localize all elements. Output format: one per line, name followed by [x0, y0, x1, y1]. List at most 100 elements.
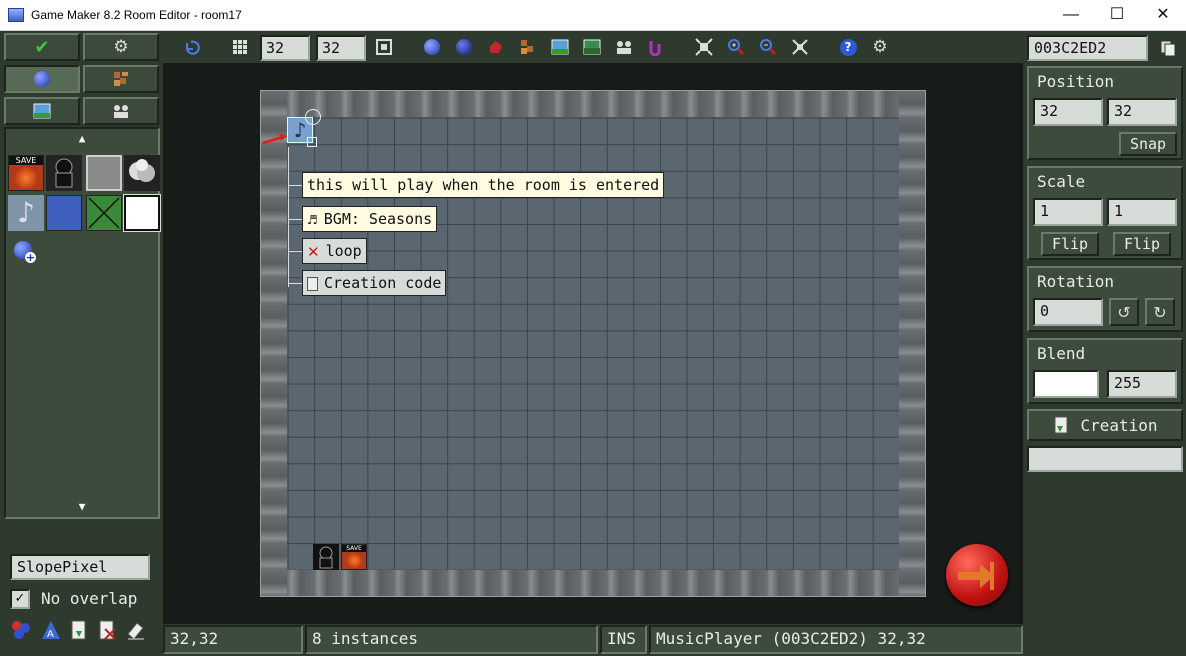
- show-invisible-objects-button[interactable]: [450, 33, 478, 61]
- scroll-down-arrow[interactable]: ▼: [6, 497, 158, 517]
- blend-section: Blend 255: [1027, 338, 1183, 404]
- tooltip-branch: [288, 219, 302, 220]
- scale-y-input[interactable]: 1: [1107, 198, 1177, 226]
- grid-settings-button[interactable]: [370, 33, 398, 61]
- svg-text:A: A: [47, 629, 54, 640]
- delete-page-icon: [99, 620, 116, 640]
- rotate-ccw-button[interactable]: ↺: [1109, 298, 1139, 326]
- room-settings-button[interactable]: ⚙: [83, 33, 159, 61]
- object-ball-icon: [34, 71, 50, 87]
- room-area[interactable]: ♪ this will play when the room is entere…: [260, 90, 926, 597]
- silhouette-instance[interactable]: [313, 544, 339, 570]
- palette-item-save[interactable]: SAVE: [8, 155, 44, 191]
- zoom-out-button[interactable]: [754, 33, 782, 61]
- palette-item-add-object[interactable]: +: [8, 235, 38, 265]
- blend-color-swatch[interactable]: [1033, 370, 1099, 398]
- show-backgrounds-button[interactable]: [546, 33, 574, 61]
- left-panel: ✔ ⚙ ▲ SAVE ♪ + ▼ SlopePixel ✓ No overlap…: [0, 31, 163, 656]
- room-canvas[interactable]: ♪ this will play when the room is entere…: [163, 63, 1023, 624]
- blend-alpha-input[interactable]: 255: [1107, 370, 1177, 398]
- minimize-button[interactable]: —: [1048, 0, 1094, 31]
- background-image-icon: [33, 103, 51, 119]
- delete-tool-button[interactable]: [96, 619, 120, 643]
- palette-item-gray-block[interactable]: [86, 155, 122, 191]
- palette-item-music[interactable]: ♪: [8, 195, 44, 231]
- tiles-icon: [114, 72, 128, 86]
- creation-code-tooltip[interactable]: Creation code: [302, 270, 447, 296]
- tab-views[interactable]: [83, 97, 159, 125]
- editor-settings-button[interactable]: ⚙: [866, 33, 894, 61]
- save-orb-icon: [15, 167, 37, 189]
- play-room-button[interactable]: [946, 544, 1008, 606]
- shift-view-button[interactable]: [786, 33, 814, 61]
- copy-icon: [1160, 40, 1176, 57]
- import-tool-button[interactable]: [68, 619, 92, 643]
- tab-backgrounds[interactable]: [4, 97, 80, 125]
- rotation-section: Rotation 0 ↺ ↻: [1027, 266, 1183, 332]
- confirm-button[interactable]: ✔: [4, 33, 80, 61]
- instance-id-field[interactable]: 003C2ED2: [1027, 35, 1148, 61]
- zoom-fit-button[interactable]: [690, 33, 718, 61]
- show-tiles-button[interactable]: [514, 33, 542, 61]
- rotate-cw-button[interactable]: ↻: [1145, 298, 1175, 326]
- red-arrow-icon: [262, 133, 287, 145]
- grid-y-input[interactable]: 32: [316, 35, 366, 61]
- grid-x-input[interactable]: 32: [260, 35, 310, 61]
- show-slopes-button[interactable]: [482, 33, 510, 61]
- foreground-image-icon: [583, 39, 601, 55]
- snap-button[interactable]: Snap: [1119, 132, 1177, 156]
- zoom-in-button[interactable]: [722, 33, 750, 61]
- sort-tool-button[interactable]: A: [40, 619, 64, 643]
- rotation-input[interactable]: 0: [1033, 298, 1103, 326]
- left-wall: [261, 91, 287, 596]
- close-button[interactable]: ✕: [1140, 0, 1186, 31]
- undo-button[interactable]: [178, 33, 206, 61]
- creation-code-text: Creation code: [324, 274, 442, 292]
- tab-objects[interactable]: [4, 65, 80, 93]
- position-y-input[interactable]: 32: [1107, 98, 1177, 126]
- page-icon: [307, 276, 318, 291]
- undo-icon: [186, 40, 200, 55]
- zoom-fit-icon: [695, 38, 713, 56]
- palette-item-white-block[interactable]: [123, 194, 161, 232]
- add-object-icon: +: [14, 241, 36, 263]
- maximize-button[interactable]: ☐: [1094, 0, 1140, 31]
- tab-tiles[interactable]: [83, 65, 159, 93]
- shuffle-tool-button[interactable]: [10, 619, 34, 643]
- show-foregrounds-button[interactable]: [578, 33, 606, 61]
- creation-code-preview[interactable]: [1027, 446, 1183, 472]
- eraser-tool-button[interactable]: [124, 619, 148, 643]
- background-image-icon: [551, 39, 569, 55]
- palette-item-blue-block[interactable]: [46, 195, 82, 231]
- save-instance[interactable]: SAVE: [341, 544, 367, 570]
- show-objects-button[interactable]: [418, 33, 446, 61]
- palette-item-green-x[interactable]: [86, 195, 122, 231]
- palette-item-silhouette[interactable]: [46, 155, 82, 191]
- palette-item-smoke[interactable]: [124, 155, 160, 191]
- show-views-button[interactable]: [610, 33, 638, 61]
- loop-text: loop: [325, 242, 362, 260]
- flip-x-button[interactable]: Flip: [1041, 232, 1099, 256]
- no-overlap-checkbox[interactable]: ✓: [10, 589, 30, 609]
- help-button[interactable]: ?: [834, 33, 862, 61]
- scale-section: Scale 1 1 Flip Flip: [1027, 166, 1183, 260]
- scroll-up-arrow[interactable]: ▲: [6, 129, 158, 149]
- show-paths-button[interactable]: [642, 33, 670, 61]
- copy-id-button[interactable]: [1154, 35, 1182, 61]
- right-wall: [899, 91, 925, 596]
- scale-handle[interactable]: [307, 137, 317, 147]
- gear-icon: ⚙: [113, 37, 129, 57]
- object-palette: ▲ SAVE ♪ + ▼: [4, 127, 161, 519]
- grid-toggle-button[interactable]: [226, 33, 254, 61]
- flip-y-button[interactable]: Flip: [1113, 232, 1171, 256]
- tooltip-branch: [288, 283, 302, 284]
- position-x-input[interactable]: 32: [1033, 98, 1103, 126]
- music-note-icon: ♪: [17, 196, 35, 229]
- scale-x-input[interactable]: 1: [1033, 198, 1103, 226]
- rotate-handle[interactable]: [305, 109, 321, 125]
- creation-code-button[interactable]: Creation: [1027, 409, 1183, 441]
- zoom-out-icon: [760, 39, 777, 56]
- selected-object-field[interactable]: SlopePixel: [10, 554, 150, 580]
- tooltip-tree-line: [288, 147, 289, 287]
- green-x-icon: [88, 197, 120, 229]
